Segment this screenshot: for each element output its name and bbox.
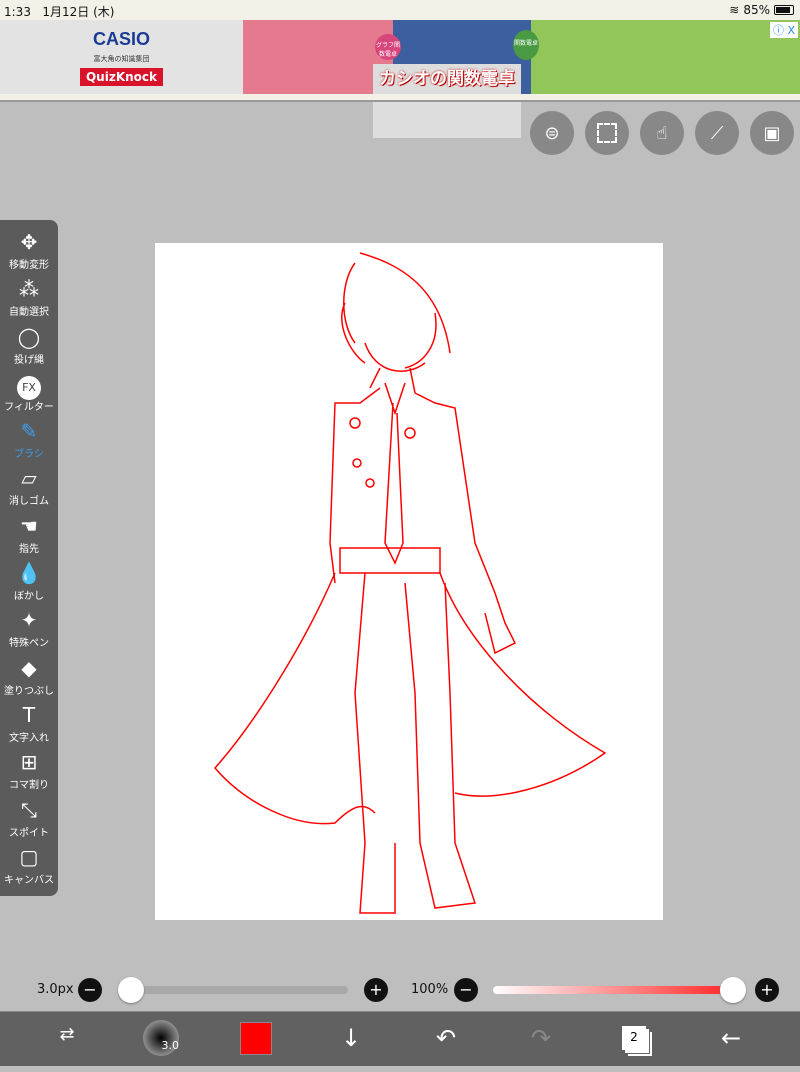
- sidebar-item-magic-wand[interactable]: ⁂ 自動選択: [0, 275, 58, 322]
- lasso-icon: ◯: [17, 324, 41, 349]
- sidebar-item-text[interactable]: T 文字入れ: [0, 701, 58, 748]
- ad-close-button[interactable]: ⓘ X: [769, 22, 798, 38]
- divider: [0, 94, 800, 102]
- arrow-down-icon: ↓: [340, 1024, 362, 1052]
- quizknock-logo: QuizKnock: [79, 67, 164, 86]
- redo-button[interactable]: ↷: [521, 1024, 561, 1052]
- magic-wand-icon: ⁂: [19, 277, 39, 302]
- brush-sliders: 3.0px − + 100% − +: [0, 975, 800, 1005]
- ruler-icon: ⟋: [710, 122, 724, 144]
- text-icon: T: [22, 702, 36, 727]
- smudge-icon: ☚: [20, 513, 38, 538]
- ad-image[interactable]: グラフ関数電卓 関数電卓 カシオの関数電卓 ⓘ X: [243, 20, 800, 138]
- fx-glyph: FX: [17, 375, 41, 400]
- opacity-minus-button[interactable]: −: [454, 978, 478, 1002]
- opacity-label: 100%: [411, 982, 449, 997]
- move-icon: ✥: [20, 230, 38, 254]
- battery-percent: 85%: [743, 3, 770, 17]
- sidebar-item-label: 文字入れ: [9, 732, 49, 744]
- layers-button[interactable]: 2: [622, 1026, 646, 1050]
- time: 1:33: [4, 5, 31, 19]
- sidebar-item-special-pen[interactable]: ✦ 特殊ペン: [0, 606, 58, 653]
- sidebar-item-eraser[interactable]: ▱ 消しゴム: [0, 464, 58, 511]
- ad-badge-1: グラフ関数電卓: [375, 34, 401, 60]
- brush-size-slider[interactable]: [118, 986, 348, 994]
- opacity-slider[interactable]: [493, 986, 738, 994]
- sidebar-item-brush[interactable]: ✎ ブラシ: [0, 417, 58, 464]
- sidebar-item-label: 移動変形: [9, 260, 49, 271]
- ad-brand: CASIO 富大角の知識集団 QuizKnock: [0, 20, 243, 94]
- sidebar-item-canvas[interactable]: ▢ キャンバス: [0, 843, 58, 890]
- sidebar-item-label: 特殊ペン: [9, 638, 49, 650]
- toggle-icon: ⊜: [544, 122, 560, 144]
- sidebar-item-label: ぼかし: [14, 591, 44, 603]
- sidebar-item-blur[interactable]: 💧 ぼかし: [0, 559, 58, 606]
- layer-count: 2: [630, 1030, 638, 1044]
- color-button[interactable]: [240, 1022, 272, 1055]
- sketch-drawing: [214, 252, 607, 914]
- size-plus-button[interactable]: +: [364, 978, 388, 1002]
- sidebar-item-label: ブラシ: [14, 449, 44, 461]
- touch-icon: ☝: [656, 122, 668, 144]
- brush-preview-button[interactable]: 3.0: [143, 1020, 179, 1056]
- sidebar-item-label: 指先: [19, 543, 39, 555]
- tool-sidebar: ✥ 移動変形 ⁂ 自動選択 ◯ 投げ縄 FX フィルター ✎ ブラシ ▱ 消しゴム ☚ 指先 💧 ぼかし ✦ 特殊…: [0, 220, 58, 896]
- blur-icon: 💧: [16, 561, 42, 586]
- redo-icon: ↷: [530, 1024, 552, 1052]
- ruler-button[interactable]: ⟋: [695, 111, 739, 155]
- eyedropper-icon: ⤡: [21, 797, 37, 822]
- ad-banner[interactable]: CASIO 富大角の知識集団 QuizKnock グラフ関数電卓 関数電卓 カシ…: [0, 20, 800, 138]
- drawing-canvas[interactable]: [155, 243, 663, 920]
- sidebar-item-fx[interactable]: FX フィルター: [0, 370, 58, 417]
- status-bar: 1:33 1月12日 (木) ≋ 85%: [0, 0, 800, 20]
- fill-icon: ◆: [21, 655, 37, 680]
- download-button[interactable]: ↓: [331, 1024, 371, 1052]
- sidebar-item-frame-divider[interactable]: ⊞ コマ割り: [0, 748, 58, 795]
- battery-icon: [774, 5, 794, 15]
- opacity-plus-button[interactable]: +: [755, 978, 779, 1002]
- sidebar-item-label: キャンバス: [4, 874, 54, 886]
- sidebar-item-label: 自動選択: [9, 307, 49, 319]
- brush-size-knob[interactable]: [118, 977, 144, 1003]
- toggle-button[interactable]: ⊜: [530, 111, 574, 155]
- ad-subtitle: 富大角の知識集団: [93, 54, 150, 63]
- canvas-icon: ▢: [19, 844, 39, 869]
- reference-image-button[interactable]: ▣: [750, 111, 794, 155]
- undo-icon: ↶: [435, 1024, 457, 1052]
- sidebar-item-move[interactable]: ✥ 移動変形: [0, 228, 58, 275]
- sidebar-item-smudge[interactable]: ☚ 指先: [0, 512, 58, 559]
- touch-button[interactable]: ☝: [640, 111, 684, 155]
- sidebar-item-fill[interactable]: ◆ 塗りつぶし: [0, 654, 58, 701]
- bottom-toolbar: ⇄ 3.0 ↓ ↶ ↷ 2 ←: [0, 1011, 800, 1066]
- eraser-icon: ▱: [21, 466, 37, 491]
- frame-divider-icon: ⊞: [20, 750, 38, 775]
- sidebar-item-label: 消しゴム: [9, 496, 49, 508]
- wifi-icon: ≋: [729, 3, 740, 17]
- back-arrow-icon: ←: [720, 1024, 742, 1052]
- selection-button[interactable]: [585, 111, 629, 155]
- sidebar-item-label: スポイト: [9, 827, 49, 839]
- special-pen-icon: ✦: [20, 608, 38, 633]
- swap-icon: ⇄: [59, 1024, 75, 1045]
- image-icon: ▣: [763, 122, 781, 144]
- brush-size-text: 3.0: [161, 1039, 180, 1052]
- date: 1月12日 (木): [42, 5, 115, 19]
- sidebar-item-lasso[interactable]: ◯ 投げ縄: [0, 323, 58, 370]
- size-minus-button[interactable]: −: [78, 978, 102, 1002]
- brush-size-label: 3.0px: [37, 982, 74, 997]
- casio-logo: CASIO: [92, 28, 150, 49]
- ad-badge-2: 関数電卓: [513, 30, 539, 60]
- sidebar-item-eyedropper[interactable]: ⤡ スポイト: [0, 796, 58, 843]
- sidebar-item-label: 投げ縄: [14, 354, 44, 366]
- selection-icon: [597, 123, 617, 143]
- back-button[interactable]: ←: [711, 1024, 751, 1052]
- opacity-knob[interactable]: [720, 977, 746, 1003]
- sidebar-item-label: フィルター: [4, 401, 54, 413]
- sidebar-item-label: コマ割り: [9, 780, 49, 792]
- brush-eraser-swap-button[interactable]: ⇄: [47, 1024, 87, 1045]
- sidebar-item-label: 塗りつぶし: [3, 685, 55, 697]
- fx-icon: FX: [17, 370, 41, 400]
- undo-button[interactable]: ↶: [426, 1024, 466, 1052]
- brush-icon: ✎: [20, 419, 38, 444]
